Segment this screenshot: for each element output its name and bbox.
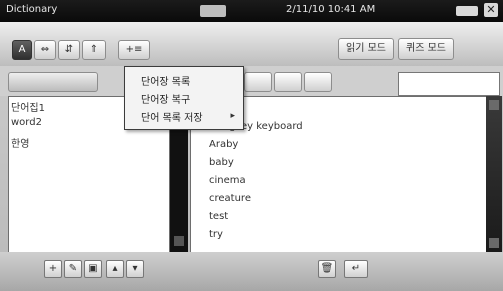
dictionary-app-window: Dictionary 2/11/10 10:41 AM ✕ A ⇔ ⇵ ⇑ +≡…	[0, 0, 503, 291]
enter-button[interactable]: ↵	[344, 260, 368, 278]
word-list-scrollbar[interactable]	[486, 96, 502, 252]
read-mode-button[interactable]: 읽기 모드	[338, 38, 394, 60]
app-title: Dictionary	[6, 4, 58, 15]
menu-dropdown: 단어장 목록 단어장 복구 단어 목록 저장 ▸	[124, 66, 244, 130]
list-item[interactable]: try	[209, 229, 223, 240]
scroll-down-icon[interactable]	[489, 238, 499, 248]
delete-button[interactable]: 🗑	[318, 260, 336, 278]
search-input[interactable]	[398, 72, 500, 96]
bottom-toolbar: + ✎ ▣ ▴ ▾ 🗑 ↵	[0, 252, 503, 291]
list-item[interactable]: baby	[209, 157, 234, 168]
list-item[interactable]: Araby	[209, 139, 238, 150]
menu-item-save-wordlist[interactable]: 단어 목록 저장	[141, 109, 203, 124]
list-item[interactable]: test	[209, 211, 228, 222]
submenu-arrow-icon: ▸	[230, 111, 235, 121]
copy-button[interactable]: ▣	[84, 260, 102, 278]
quiz-mode-button[interactable]: 퀴즈 모드	[398, 38, 454, 60]
status-bar: Dictionary 2/11/10 10:41 AM ✕	[0, 0, 503, 22]
list-control-1[interactable]	[244, 72, 272, 92]
toolbar: A ⇔ ⇵ ⇑ +≡ 읽기 모드 퀴즈 모드	[0, 22, 503, 66]
mode-button-2[interactable]: ⇔	[34, 40, 56, 60]
edit-button[interactable]: ✎	[64, 260, 82, 278]
scroll-up-icon[interactable]	[489, 100, 499, 110]
list-selector[interactable]	[8, 72, 98, 92]
list-item[interactable]: cinema	[209, 175, 246, 186]
battery-icon	[200, 5, 226, 17]
close-icon[interactable]: ✕	[484, 3, 498, 17]
scroll-down-icon[interactable]	[174, 236, 184, 246]
list-control-2[interactable]	[274, 72, 302, 92]
volume-icon	[456, 6, 478, 16]
menu-item-wordbook-list[interactable]: 단어장 목록	[141, 73, 190, 88]
list-item[interactable]: word2	[11, 117, 42, 128]
move-down-button[interactable]: ▾	[126, 260, 144, 278]
list-item[interactable]: 한영	[11, 135, 29, 150]
move-up-button[interactable]: ▴	[106, 260, 124, 278]
menu-button[interactable]: +≡	[118, 40, 150, 60]
date-time: 2/11/10 10:41 AM	[286, 4, 376, 15]
list-item[interactable]: creature	[209, 193, 251, 204]
mode-button-4[interactable]: ⇑	[82, 40, 106, 60]
mode-button-a[interactable]: A	[12, 40, 32, 60]
menu-item-wordbook-restore[interactable]: 단어장 복구	[141, 91, 190, 106]
mode-button-3[interactable]: ⇵	[58, 40, 80, 60]
list-item[interactable]: 단어집1	[11, 99, 45, 114]
list-control-3[interactable]	[304, 72, 332, 92]
add-button[interactable]: +	[44, 260, 62, 278]
